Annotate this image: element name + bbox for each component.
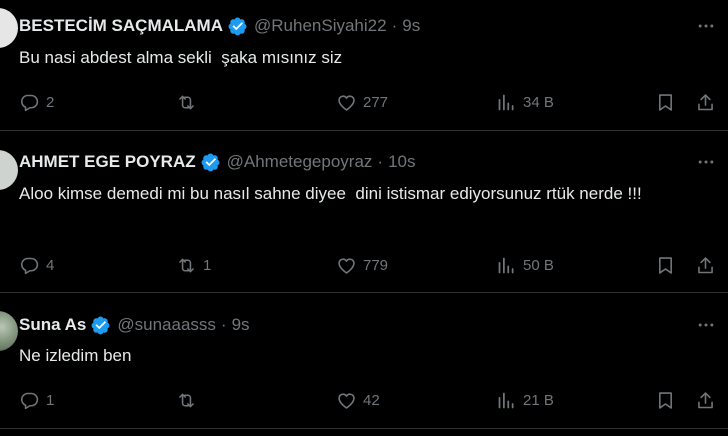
author-name[interactable]: BESTECİM SAÇMALAMA (19, 16, 223, 36)
like-count: 277 (363, 93, 389, 111)
reply-icon (20, 392, 39, 409)
views-icon (498, 392, 514, 408)
views-count: 50 B (523, 256, 554, 274)
tweet-text: Aloo kimse demedi mi bu nasıl sahne diye… (19, 184, 642, 203)
more-icon[interactable] (694, 150, 718, 174)
retweet-icon (179, 95, 194, 109)
like-button[interactable]: 779 (336, 253, 388, 277)
like-button[interactable]: 42 (336, 388, 380, 412)
tweet-actions: 2 277 34 B (0, 90, 728, 114)
separator-dot: · (220, 315, 227, 334)
share-icon (698, 256, 713, 273)
avatar[interactable] (0, 311, 18, 351)
reply-count: 4 (46, 256, 55, 274)
avatar[interactable] (0, 8, 18, 48)
bookmark-icon (659, 391, 672, 409)
tweet-text: Ne izledim ben (19, 346, 132, 365)
share-icon (698, 391, 713, 408)
bookmark-icon (659, 93, 672, 111)
tweet[interactable]: AHMET EGE POYRAZ @Ahmetegepoyraz · 10s A… (0, 131, 728, 293)
retweet-icon (179, 258, 194, 272)
tweet[interactable]: Suna As @sunaaasss · 9s Ne izledim ben 1 (0, 293, 728, 429)
tweet-header: Suna As @sunaaasss · 9s (19, 314, 250, 336)
tweet-actions: 1 42 21 B (0, 388, 728, 412)
retweet-count: 1 (203, 256, 212, 274)
reply-button[interactable]: 4 (19, 253, 54, 277)
views-icon (498, 94, 514, 110)
views-button[interactable]: 21 B (496, 388, 554, 412)
views-icon (498, 257, 514, 273)
author-handle[interactable]: @Ahmetegepoyraz (227, 152, 373, 172)
separator-dot: · (377, 152, 384, 171)
share-button[interactable] (695, 388, 716, 412)
share-icon (698, 93, 713, 110)
views-count: 21 B (523, 391, 554, 409)
retweet-button[interactable]: 1 (176, 253, 211, 277)
views-button[interactable]: 34 B (496, 90, 554, 114)
bookmark-button[interactable] (655, 253, 676, 277)
author-handle[interactable]: @RuhenSiyahi22 (254, 16, 387, 36)
like-count: 42 (363, 391, 380, 409)
timestamp[interactable]: 10s (388, 152, 415, 172)
verified-badge-icon (91, 316, 110, 334)
bookmark-button[interactable] (655, 388, 676, 412)
share-button[interactable] (695, 90, 716, 114)
timeline-feed: BESTECİM SAÇMALAMA @RuhenSiyahi22 · 9s B… (0, 0, 728, 436)
author-name[interactable]: Suna As (19, 315, 86, 335)
reply-count: 1 (46, 391, 55, 409)
like-count: 779 (363, 256, 389, 274)
heart-icon (338, 392, 355, 409)
timestamp[interactable]: 9s (402, 16, 420, 36)
reply-count: 2 (46, 93, 55, 111)
heart-icon (338, 257, 355, 274)
reply-icon (20, 257, 39, 274)
reply-icon (20, 94, 39, 111)
verified-badge-icon (201, 153, 220, 171)
tweet-header: AHMET EGE POYRAZ @Ahmetegepoyraz · 10s (19, 151, 416, 173)
retweet-icon (179, 393, 194, 407)
author-name[interactable]: AHMET EGE POYRAZ (19, 152, 196, 172)
more-icon[interactable] (694, 14, 718, 38)
like-button[interactable]: 277 (336, 90, 388, 114)
tweet-text: Bu nasi abdest alma sekli şaka mısınız s… (19, 48, 343, 67)
views-count: 34 B (523, 93, 554, 111)
bookmark-icon (659, 256, 672, 274)
author-handle[interactable]: @sunaaasss (117, 315, 216, 335)
views-button[interactable]: 50 B (496, 253, 554, 277)
retweet-button[interactable] (176, 388, 203, 412)
tweet[interactable]: BESTECİM SAÇMALAMA @RuhenSiyahi22 · 9s B… (0, 0, 728, 131)
avatar[interactable] (0, 150, 18, 190)
retweet-button[interactable] (176, 90, 203, 114)
heart-icon (338, 94, 355, 111)
reply-button[interactable]: 1 (19, 388, 54, 412)
share-button[interactable] (695, 253, 716, 277)
reply-button[interactable]: 2 (19, 90, 54, 114)
separator-dot: · (391, 16, 398, 35)
verified-badge-icon (228, 17, 247, 35)
tweet-actions: 4 1 779 50 B (0, 253, 728, 277)
tweet-header: BESTECİM SAÇMALAMA @RuhenSiyahi22 · 9s (19, 15, 420, 37)
more-icon[interactable] (694, 313, 718, 337)
timestamp[interactable]: 9s (232, 315, 250, 335)
bookmark-button[interactable] (655, 90, 676, 114)
